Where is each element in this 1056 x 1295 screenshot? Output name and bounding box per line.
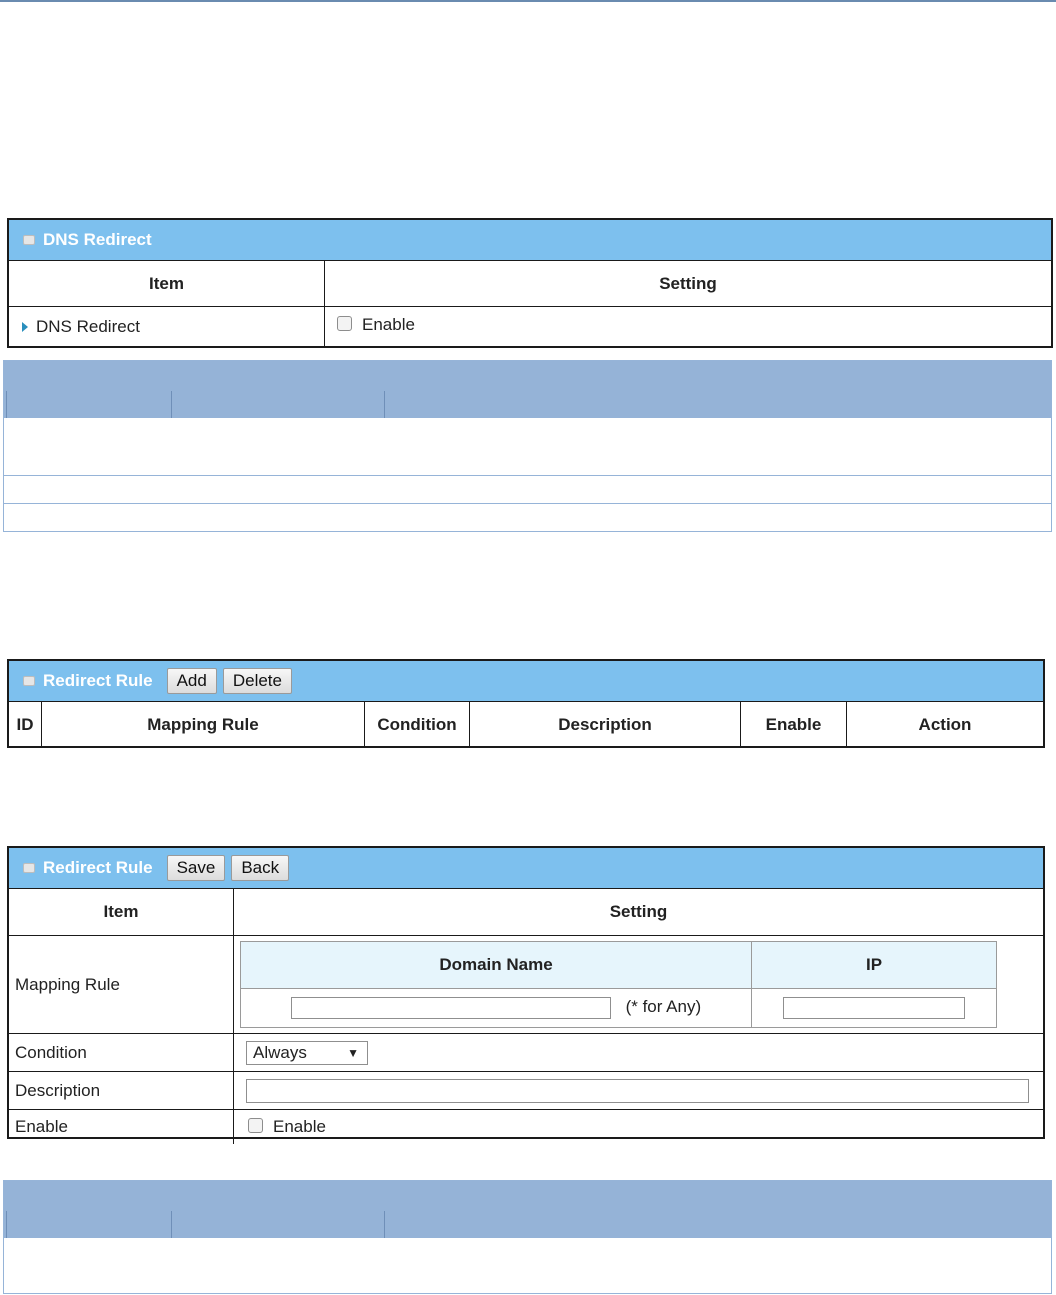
panel-bullet-icon [23, 676, 35, 686]
dns-redirect-panel: DNS Redirect Item Setting DNS Redirect E… [7, 218, 1053, 348]
description-table-header [4, 361, 1051, 418]
header-divider [6, 391, 7, 418]
ip-input[interactable] [783, 997, 965, 1019]
rule-enable-checkbox[interactable] [248, 1118, 263, 1133]
domain-name-header: Domain Name [240, 941, 752, 989]
column-header-setting: Setting [324, 260, 1051, 307]
panel-title: Redirect Rule [43, 671, 153, 690]
column-header-action: Action [846, 701, 1043, 747]
dns-redirect-table: Item Setting DNS Redirect Enable [9, 260, 1051, 347]
header-divider [384, 1211, 385, 1238]
dns-redirect-panel-header: DNS Redirect [9, 220, 1051, 260]
enable-label: Enable [9, 1109, 234, 1144]
triangle-right-icon [22, 322, 28, 332]
column-header-setting: Setting [233, 888, 1043, 936]
redirect-rule-edit-table: Item Setting Mapping Rule Domain Name IP… [9, 888, 1043, 1144]
description-table-2 [3, 1180, 1052, 1294]
column-header-condition: Condition [364, 701, 470, 747]
column-header-mapping-rule: Mapping Rule [41, 701, 365, 747]
description-input[interactable] [246, 1078, 1029, 1103]
column-header-enable: Enable [740, 701, 847, 747]
description-table-1 [3, 360, 1052, 532]
dns-redirect-enable-checkbox[interactable] [337, 316, 352, 331]
column-header-item: Item [9, 888, 234, 936]
ip-cell [751, 988, 997, 1028]
mapping-rule-setting-cell: Domain Name IP (* for Any) [233, 935, 1043, 1034]
column-header-id: ID [9, 701, 42, 747]
add-button[interactable]: Add [166, 668, 217, 694]
redirect-rule-list-panel: Redirect Rule Add Delete ID Mapping Rule… [7, 659, 1045, 748]
ip-header: IP [751, 941, 997, 989]
header-divider [171, 1211, 172, 1238]
enable-setting-cell: Enable [233, 1109, 1043, 1144]
row-divider [4, 503, 1051, 504]
dns-redirect-setting-cell: Enable [324, 306, 1051, 347]
redirect-rule-edit-header: Redirect Rule Save Back [9, 848, 1043, 888]
top-border-line [0, 0, 1056, 2]
row-label-dns-redirect: DNS Redirect [9, 306, 325, 347]
condition-label: Condition [9, 1033, 234, 1072]
description-table-header [4, 1181, 1051, 1238]
save-button[interactable]: Save [166, 855, 226, 881]
panel-title: Redirect Rule [43, 858, 153, 877]
domain-name-cell: (* for Any) [240, 988, 752, 1028]
mapping-rule-inner-table: Domain Name IP (* for Any) [240, 941, 997, 1028]
enable-checkbox-label: Enable [273, 1117, 326, 1136]
row-divider [4, 475, 1051, 476]
panel-title: DNS Redirect [43, 230, 152, 249]
condition-select[interactable]: Always ▼ [246, 1040, 368, 1065]
panel-bullet-icon [23, 863, 35, 873]
redirect-rule-edit-panel: Redirect Rule Save Back Item Setting Map… [7, 846, 1045, 1144]
redirect-rule-list-header: Redirect Rule Add Delete [9, 661, 1043, 701]
dropdown-arrow-icon: ▼ [347, 1045, 359, 1060]
header-divider [384, 391, 385, 418]
column-header-description: Description [469, 701, 741, 747]
enable-checkbox-label: Enable [362, 315, 415, 334]
domain-name-input[interactable] [290, 997, 611, 1019]
mapping-rule-label: Mapping Rule [9, 935, 234, 1034]
any-hint: (* for Any) [625, 997, 702, 1017]
description-setting-cell [233, 1071, 1043, 1110]
column-header-item: Item [9, 260, 325, 307]
back-button[interactable]: Back [231, 855, 290, 881]
redirect-rule-list-table: ID Mapping Rule Condition Description En… [9, 701, 1043, 747]
header-divider [6, 1211, 7, 1238]
delete-button[interactable]: Delete [222, 668, 292, 694]
condition-setting-cell: Always ▼ [233, 1033, 1043, 1072]
header-divider [171, 391, 172, 418]
condition-selected-value: Always [253, 1042, 307, 1062]
dns-redirect-label: DNS Redirect [36, 317, 140, 336]
panel-bullet-icon [23, 235, 35, 245]
description-label: Description [9, 1071, 234, 1110]
